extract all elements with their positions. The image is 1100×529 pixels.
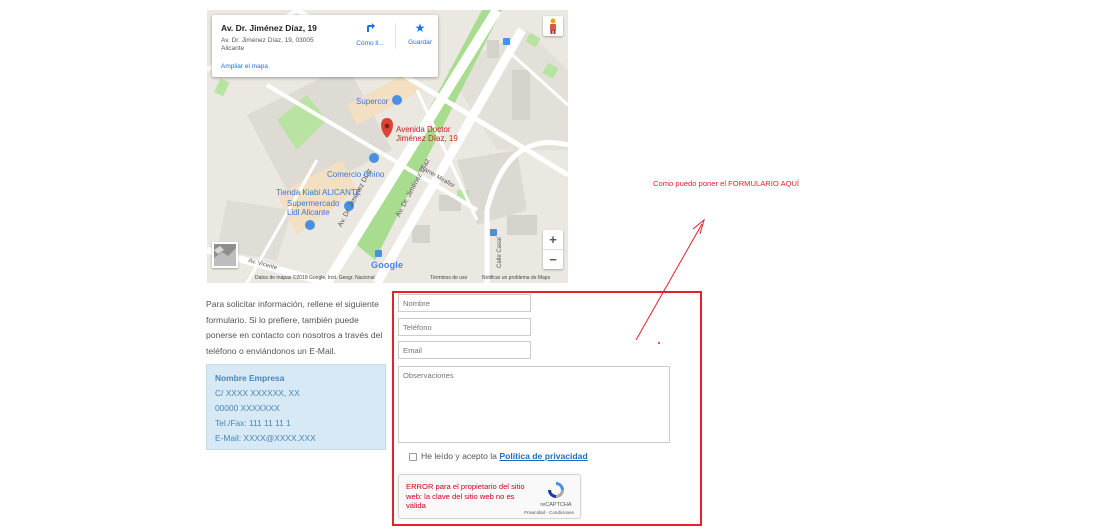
- annotation-dot: [658, 342, 660, 344]
- annotation-arrow: [635, 218, 705, 344]
